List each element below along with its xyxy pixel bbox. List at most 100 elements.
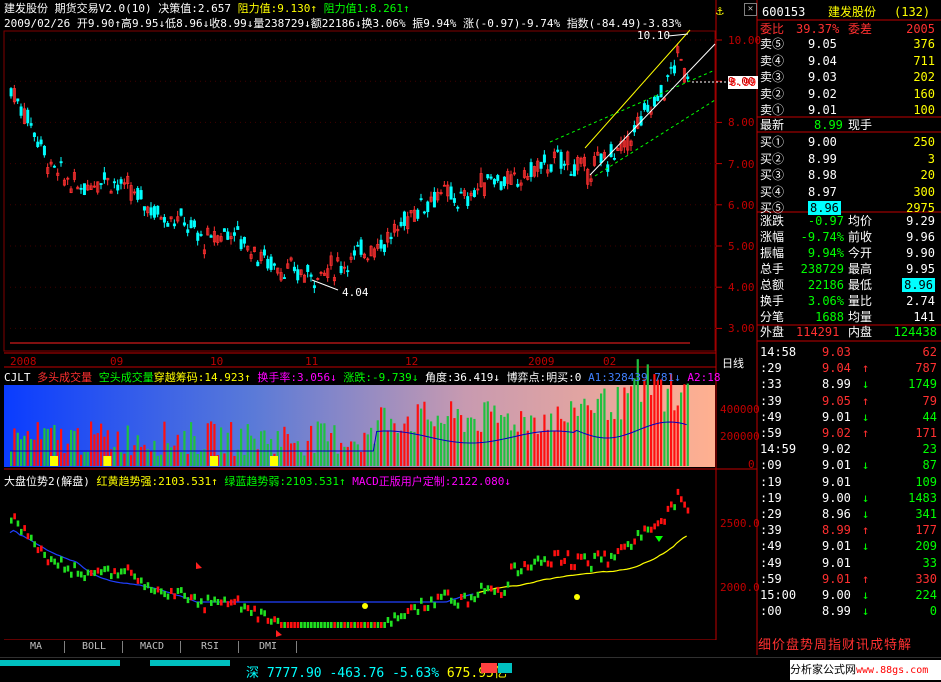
y-tick-main: 8.00 bbox=[728, 116, 755, 130]
volume-bar bbox=[13, 428, 16, 466]
bottom-tabs[interactable]: 细价盘势周指财讯成特解 bbox=[758, 639, 941, 653]
y-tick-vol: 200000 bbox=[720, 430, 760, 443]
tab-rsi[interactable]: RSI bbox=[182, 641, 239, 653]
tick-price: 9.02 bbox=[822, 442, 851, 457]
ind-bar bbox=[133, 573, 136, 580]
volume-bar bbox=[100, 423, 103, 466]
tick-volume: 0 bbox=[929, 604, 937, 619]
tick-row: :59 9.02 ↑ 171 bbox=[758, 426, 941, 440]
volume-bar bbox=[80, 454, 83, 466]
candle-body bbox=[232, 232, 236, 236]
order-level: 买② bbox=[760, 151, 785, 166]
order-level: 买③ bbox=[760, 168, 785, 182]
anchor-icon[interactable]: ⚓ bbox=[716, 4, 724, 19]
volume-bar bbox=[563, 421, 566, 466]
candle-body bbox=[669, 66, 673, 69]
volume-bar bbox=[146, 449, 149, 466]
order-row: 卖② 9.02 160 bbox=[758, 87, 941, 101]
period-label[interactable]: 日线 bbox=[722, 355, 744, 371]
hand-label: 现手 bbox=[848, 118, 873, 132]
stat-label: 前收 bbox=[848, 230, 873, 244]
stat-label: 涨幅 bbox=[760, 230, 785, 244]
tick-volume: 209 bbox=[915, 539, 937, 554]
candle-body bbox=[16, 98, 20, 102]
volume-bar bbox=[380, 407, 383, 466]
volume-bar bbox=[643, 379, 646, 466]
ind-bar bbox=[570, 563, 573, 570]
tick-row: :29 9.04 ↑ 787 bbox=[758, 361, 941, 375]
volume-bar bbox=[83, 451, 86, 466]
ind-bar bbox=[620, 544, 623, 551]
order-row: 买① 9.00 250 bbox=[758, 135, 941, 149]
volume-mark bbox=[103, 456, 112, 466]
ind-bar bbox=[206, 594, 210, 601]
ind-bar bbox=[136, 577, 140, 584]
ind-bar bbox=[606, 561, 610, 568]
vol-a2: A2:18 bbox=[687, 371, 721, 384]
stat-label: 总手 bbox=[760, 262, 785, 276]
volume-bar bbox=[666, 388, 669, 466]
ind-bar bbox=[680, 496, 683, 503]
volume-bar bbox=[260, 431, 263, 466]
volume-bar bbox=[513, 424, 516, 466]
ind-bar bbox=[96, 567, 100, 574]
tab-macd[interactable]: MACD bbox=[124, 641, 181, 653]
ind-bar bbox=[13, 513, 16, 520]
tab-ma[interactable]: MA bbox=[8, 641, 65, 653]
close-icon[interactable]: ✕ bbox=[744, 3, 757, 16]
x-tick-label: 11 bbox=[305, 355, 319, 368]
tick-volume: 23 bbox=[922, 442, 937, 457]
ind-bar bbox=[536, 555, 540, 562]
volume-bar bbox=[293, 442, 296, 466]
site-banner[interactable]: 分析家公式网www.88gs.com bbox=[790, 660, 941, 680]
stat-value: 9.95 bbox=[906, 262, 935, 276]
tick-dir: ↓ bbox=[862, 458, 870, 473]
candle-body bbox=[226, 231, 230, 240]
tick-time: :49 bbox=[760, 539, 782, 554]
stat-value: 9.94% bbox=[807, 246, 844, 260]
volume-bar bbox=[500, 415, 503, 466]
stat-value: 9.90 bbox=[906, 246, 935, 260]
candle-body bbox=[242, 236, 246, 244]
volume-bar bbox=[680, 392, 683, 466]
ind-bar bbox=[443, 589, 446, 596]
candle-body bbox=[282, 277, 286, 279]
y-tick-ind: 2500.0 bbox=[720, 517, 760, 530]
ind-bar bbox=[236, 595, 240, 602]
tick-volume: 171 bbox=[915, 426, 937, 440]
volume-bar bbox=[410, 431, 413, 466]
candle-body bbox=[656, 95, 660, 102]
candle-body bbox=[496, 175, 500, 181]
ind-bar bbox=[363, 622, 366, 628]
vol-title: CJLT bbox=[4, 371, 31, 384]
tick-time: :49 bbox=[760, 555, 782, 570]
candle-body bbox=[266, 258, 270, 269]
tick-dir: ↓ bbox=[862, 539, 870, 554]
candle-body bbox=[192, 220, 196, 228]
candle-body bbox=[172, 223, 176, 227]
candle-body bbox=[9, 88, 13, 97]
volume-bar bbox=[640, 401, 643, 466]
tick-dir: ↓ bbox=[862, 377, 870, 392]
candle-body bbox=[19, 106, 23, 116]
candle-body bbox=[296, 269, 300, 281]
volume-bar bbox=[573, 407, 576, 466]
volume-bar bbox=[246, 424, 249, 466]
ind-bar bbox=[646, 526, 650, 533]
ind-bar bbox=[396, 615, 400, 622]
ind-bar bbox=[30, 534, 33, 541]
volume-bar bbox=[336, 453, 339, 466]
volume-bar bbox=[16, 432, 19, 466]
tab-dmi[interactable]: DMI bbox=[240, 641, 297, 653]
ind-bar bbox=[266, 617, 270, 624]
ind-bar bbox=[210, 599, 213, 606]
candle-body bbox=[162, 217, 166, 223]
stat-row: 涨跌 -0.97 均价 9.29 bbox=[758, 214, 941, 228]
ind-bar bbox=[466, 601, 470, 608]
ind-bar bbox=[250, 609, 253, 616]
tab-boll[interactable]: BOLL bbox=[66, 641, 123, 653]
y-tick-main: 9.00 bbox=[728, 75, 755, 89]
volume-bar bbox=[326, 441, 329, 466]
volume-bar bbox=[476, 430, 479, 466]
tick-row: :29 8.96 ↓ 341 bbox=[758, 507, 941, 521]
